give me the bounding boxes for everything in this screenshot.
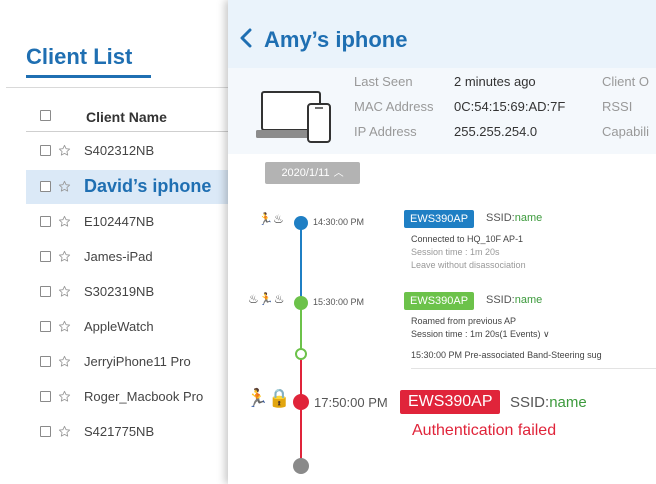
row-checkbox[interactable] — [40, 286, 51, 297]
detail-header: Amy’s iphone — [228, 0, 656, 68]
event-description: Roamed from previous AP — [411, 316, 517, 326]
client-name-column-header[interactable]: Client Name — [86, 109, 167, 125]
client-row[interactable]: S302319NB — [26, 278, 240, 306]
timeline-dot-red[interactable] — [293, 394, 309, 410]
ssid-text: SSID:name — [486, 294, 543, 306]
star-icon[interactable] — [58, 285, 71, 298]
ip-address-label: IP Address — [354, 124, 417, 139]
timeline-dot-green[interactable] — [294, 296, 308, 310]
session-time-expand[interactable]: Session time : 1m 20s(1 Events) ∨ — [411, 329, 550, 340]
band-steering-event: 15:30:00 PM Pre-associated Band-Steering… — [411, 350, 602, 360]
client-name: S302319NB — [84, 284, 155, 299]
star-icon[interactable] — [58, 425, 71, 438]
ip-address-value: 255.255.254.0 — [454, 124, 538, 139]
date-selector[interactable]: 2020/1/11 ︿ — [265, 162, 360, 184]
rssi-label: RSSI — [602, 99, 633, 114]
event-note: Leave without disassociation — [411, 260, 526, 270]
ap-badge[interactable]: EWS390AP — [404, 292, 475, 310]
row-checkbox[interactable] — [40, 391, 51, 402]
client-name: S402312NB — [84, 143, 155, 158]
ssid-text: SSID:name — [510, 394, 587, 411]
lock-icon: 🏃🔒 — [246, 388, 291, 408]
client-row-selected[interactable]: David’s iphone — [26, 170, 240, 204]
event-time: 15:30:00 PM — [313, 297, 365, 307]
client-name: James-iPad — [84, 249, 153, 264]
client-row[interactable]: AppleWatch — [26, 313, 240, 341]
client-list-title-underline — [26, 75, 151, 78]
running-person-icon: 🏃♨ — [258, 212, 284, 226]
client-row[interactable]: James-iPad — [26, 243, 240, 271]
row-checkbox[interactable] — [40, 145, 51, 156]
ssid-text: SSID:name — [486, 212, 543, 224]
date-value: 2020/1/11 — [281, 167, 330, 179]
client-row[interactable]: S402312NB — [26, 137, 240, 165]
event-time: 14:30:00 PM — [313, 217, 365, 227]
header-divider — [26, 131, 240, 132]
row-checkbox[interactable] — [40, 321, 51, 332]
select-all-checkbox[interactable] — [40, 110, 51, 121]
client-name: E102447NB — [84, 214, 155, 229]
mac-address-value: 0C:54:15:69:AD:7F — [454, 99, 566, 114]
event-time: 17:50:00 PM — [314, 395, 388, 410]
star-icon[interactable] — [58, 144, 71, 157]
timeline-dot-blue[interactable] — [294, 216, 308, 230]
client-list-panel: Client List Client Name S402312NB David’… — [0, 0, 240, 484]
ap-badge[interactable]: EWS390AP — [404, 210, 475, 228]
session-time: Session time : 1m 20s — [411, 247, 500, 257]
client-name: Roger_Macbook Pro — [84, 389, 204, 404]
row-checkbox[interactable] — [40, 181, 51, 192]
client-row[interactable]: E102447NB — [26, 208, 240, 236]
star-icon[interactable] — [58, 215, 71, 228]
mac-address-label: MAC Address — [354, 99, 434, 114]
star-icon[interactable] — [58, 180, 71, 193]
star-icon[interactable] — [58, 320, 71, 333]
event-description: Connected to HQ_10F AP-1 — [411, 234, 524, 244]
client-info-section: Last Seen 2 minutes ago Client O MAC Add… — [228, 68, 656, 154]
signal-icon: ♨🏃♨ — [248, 292, 285, 306]
client-list-header-row: Client Name — [0, 105, 240, 131]
client-name: AppleWatch — [84, 319, 154, 334]
client-name: JerryiPhone11 Pro — [84, 354, 191, 369]
auth-failed-text: Authentication failed — [412, 422, 557, 439]
chevron-up-icon: ︿ — [333, 168, 344, 179]
client-row[interactable]: Roger_Macbook Pro — [26, 383, 240, 411]
ap-badge[interactable]: EWS390AP — [400, 390, 501, 414]
event-divider — [411, 368, 656, 369]
client-name: S421775NB — [84, 424, 155, 439]
client-row[interactable]: JerryiPhone11 Pro — [26, 348, 240, 376]
row-checkbox[interactable] — [40, 216, 51, 227]
last-seen-value: 2 minutes ago — [454, 74, 536, 89]
last-seen-label: Last Seen — [354, 74, 413, 89]
laptop-phone-icon — [256, 91, 331, 143]
row-checkbox[interactable] — [40, 426, 51, 437]
star-icon[interactable] — [58, 390, 71, 403]
capability-label: Capabili — [602, 124, 649, 139]
detail-title: Amy’s iphone — [264, 27, 408, 52]
client-os-label: Client O — [602, 74, 649, 89]
star-icon[interactable] — [58, 250, 71, 263]
timeline-dot-end — [293, 458, 309, 474]
client-detail-panel: Amy’s iphone Last Seen 2 minutes ago Cli… — [228, 0, 656, 484]
client-list-title: Client List — [26, 44, 133, 69]
row-checkbox[interactable] — [40, 251, 51, 262]
chevron-left-icon[interactable] — [238, 28, 254, 48]
timeline-segment-blue — [300, 222, 302, 298]
star-icon[interactable] — [58, 355, 71, 368]
row-checkbox[interactable] — [40, 356, 51, 367]
client-name: David’s iphone — [84, 176, 212, 196]
client-list-divider — [6, 87, 240, 88]
client-row[interactable]: S421775NB — [26, 418, 240, 446]
timeline-dot-hollow[interactable] — [295, 348, 307, 360]
